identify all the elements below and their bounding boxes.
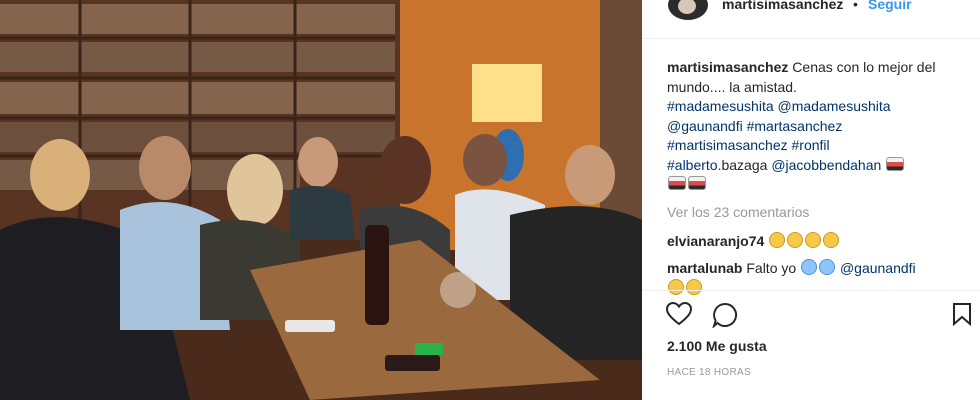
mention-jacobbendahan[interactable]: @jacobbendahan	[771, 157, 881, 173]
hashtag-martasanchez[interactable]: #martasanchez	[747, 118, 843, 134]
actions-divider	[642, 290, 980, 291]
smile-emoji-icon	[787, 232, 804, 248]
post-caption: martisimasanchez Cenas con lo mejor del …	[667, 58, 967, 195]
hashtag-alberto[interactable]: #alberto	[667, 157, 718, 173]
comment-bubble-icon[interactable]	[712, 302, 742, 332]
hashtag-madamesushita[interactable]: #madamesushita	[667, 98, 774, 114]
caption-username[interactable]: martisimasanchez	[667, 59, 788, 75]
view-comments-link[interactable]: Ver los 23 comentarios	[667, 204, 809, 220]
grin-emoji-icon	[686, 279, 702, 295]
sushi-emoji-icon	[886, 156, 905, 171]
bookmark-icon[interactable]	[952, 302, 980, 332]
comment-mention[interactable]: @gaunandfi	[840, 260, 916, 276]
hashtag-ronfil[interactable]: #ronfil	[792, 137, 830, 153]
crying-laugh-emoji-icon	[819, 259, 836, 275]
hashtag-martisimasanchez[interactable]: #martisimasanchez	[667, 137, 788, 153]
header-divider	[642, 38, 980, 39]
comment-username[interactable]: elvianaranjo74	[667, 233, 764, 249]
action-bar	[642, 298, 980, 332]
grin-emoji-icon	[668, 279, 684, 295]
header-separator: •	[853, 0, 858, 12]
comment-item: elvianaranjo74	[667, 232, 840, 249]
avatar[interactable]	[668, 0, 708, 20]
sushi-emoji-icon	[668, 176, 686, 190]
comment-text: Falto yo	[746, 260, 797, 276]
header-username[interactable]: martisimasanchez	[722, 0, 843, 12]
sushi-emoji-icon	[688, 176, 706, 190]
mention-madamesushita[interactable]: @madamesushita	[778, 98, 891, 114]
comment-username[interactable]: martalunab	[667, 260, 742, 276]
post-timestamp: HACE 18 HORAS	[667, 367, 751, 378]
post-header: martisimasanchez • Seguir	[642, 0, 980, 20]
photo-image	[0, 0, 642, 400]
post-sidebar: martisimasanchez • Seguir martisimasanch…	[642, 0, 980, 400]
grin-emoji-icon	[805, 232, 822, 248]
caption-bazaga: .bazaga	[717, 156, 768, 173]
likes-count[interactable]: 2.100 Me gusta	[667, 338, 767, 354]
comment-item: martalunab Falto yo @gaunandfi	[667, 259, 916, 276]
post-photo[interactable]	[0, 0, 642, 400]
crying-laugh-emoji-icon	[801, 259, 818, 275]
mention-gaunandfi[interactable]: @gaunandfi	[667, 118, 743, 134]
smile-emoji-icon	[769, 232, 786, 248]
follow-button[interactable]: Seguir	[868, 0, 912, 12]
smile-emoji-icon	[823, 232, 840, 248]
comment-emoji-row	[667, 279, 703, 296]
heart-icon[interactable]	[665, 301, 696, 332]
